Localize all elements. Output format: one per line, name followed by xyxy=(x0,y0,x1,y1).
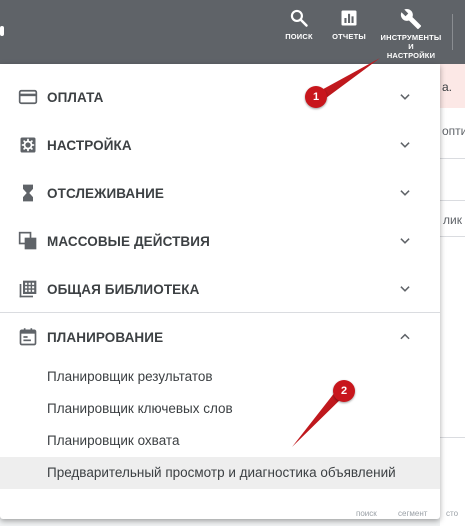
calendar-icon xyxy=(19,328,37,346)
section-shared-library[interactable]: ОБЩАЯ БИБЛИОТЕКА xyxy=(0,265,440,313)
menu-item-performance-planner[interactable]: Планировщик результатов xyxy=(47,369,213,384)
tools-and-settings-button[interactable]: ИНСТРУМЕНТЫ И НАСТРОЙКИ xyxy=(380,8,442,60)
annotation-badge-1: 1 xyxy=(305,86,327,108)
tools-label-line-1: ИНСТРУМЕНТЫ xyxy=(380,33,442,42)
chevron-down-icon[interactable] xyxy=(398,234,412,248)
menu-item-ad-preview-diagnosis[interactable]: Предварительный просмотр и диагностика о… xyxy=(47,465,396,480)
chevron-up-icon[interactable] xyxy=(398,330,412,344)
section-label-billing: ОПЛАТА xyxy=(47,90,104,105)
section-billing[interactable]: ОПЛАТА xyxy=(0,73,440,121)
reports-button[interactable]: ОТЧЕТЫ xyxy=(330,8,368,41)
copy-stack-icon xyxy=(18,231,37,250)
menu-item-reach-planner[interactable]: Планировщик охвата xyxy=(47,433,179,448)
section-planning[interactable]: ПЛАНИРОВАНИЕ xyxy=(0,313,440,361)
background-column-fragment: опти xyxy=(442,124,465,138)
section-label-shared-library: ОБЩАЯ БИБЛИОТЕКА xyxy=(47,282,200,297)
grid-library-icon xyxy=(19,280,37,298)
menu-edge-icon xyxy=(0,26,4,36)
section-measurement[interactable]: ОТСЛЕЖИВАНИЕ xyxy=(0,169,440,217)
bar-chart-icon xyxy=(341,10,357,26)
section-label-measurement: ОТСЛЕЖИВАНИЕ xyxy=(47,186,165,201)
chevron-down-icon[interactable] xyxy=(398,90,412,104)
annotation-badge-2: 2 xyxy=(333,380,355,402)
chevron-down-icon[interactable] xyxy=(398,282,412,296)
section-label-bulk-actions: МАССОВЫЕ ДЕЙСТВИЯ xyxy=(47,234,210,249)
credit-card-icon xyxy=(18,89,38,105)
chevron-down-icon[interactable] xyxy=(398,186,412,200)
background-page xyxy=(440,108,465,526)
tools-label-line-3: НАСТРОЙКИ xyxy=(386,51,436,60)
search-label: ПОИСК xyxy=(285,32,313,41)
reports-label: ОТЧЕТЫ xyxy=(332,32,366,41)
background-column-fragment-2: лик xyxy=(443,213,462,227)
alert-banner: а. xyxy=(440,64,465,108)
tools-dropdown-menu: ОПЛАТА НАСТРОЙКА ОТСЛЕЖИВАНИЕ МАССОВЫЕ Д… xyxy=(0,64,440,519)
background-divider xyxy=(440,437,465,438)
wrench-icon xyxy=(400,9,422,30)
chevron-down-icon[interactable] xyxy=(398,138,412,152)
tools-label-line-2: И xyxy=(408,42,414,51)
background-divider xyxy=(440,236,465,237)
gear-icon xyxy=(20,137,36,153)
topbar-divider xyxy=(452,14,453,50)
menu-item-keyword-planner[interactable]: Планировщик ключевых слов xyxy=(47,401,233,416)
section-label-planning: ПЛАНИРОВАНИЕ xyxy=(47,330,164,345)
hourglass-icon xyxy=(23,184,33,202)
search-button[interactable]: ПОИСК xyxy=(283,8,315,41)
footer-search-fragment: поиск xyxy=(356,509,377,518)
section-label-setup: НАСТРОЙКА xyxy=(47,138,132,153)
section-setup[interactable]: НАСТРОЙКА xyxy=(0,121,440,169)
section-bulk-actions[interactable]: МАССОВЫЕ ДЕЙСТВИЯ xyxy=(0,217,440,265)
footer-columns-fragment: сто xyxy=(446,509,459,518)
background-divider xyxy=(440,200,465,201)
alert-fragment-text: а. xyxy=(442,80,453,94)
footer-segment-fragment: сегмент xyxy=(398,509,428,518)
top-bar: ПОИСК ОТЧЕТЫ ИНСТРУМЕНТЫ И НАСТРОЙКИ xyxy=(0,0,465,64)
search-icon xyxy=(290,9,308,27)
background-divider xyxy=(440,158,465,159)
